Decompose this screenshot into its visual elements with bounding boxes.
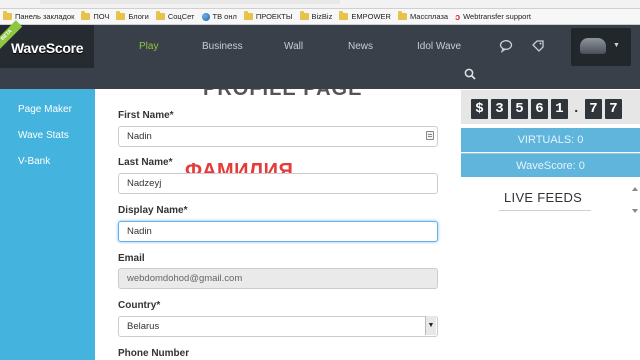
divider — [499, 210, 591, 211]
right-panel: $ 3 5 6 1 . 7 7 VIRTUALS: 0 WaveScore: 0… — [457, 89, 640, 360]
bookmark-item[interactable]: ↄ Webtransfer support — [455, 12, 531, 22]
phone-label: Phone Number — [118, 348, 190, 359]
globe-icon — [201, 12, 210, 21]
chat-icon[interactable] — [499, 39, 513, 53]
logo-text: WaveScore — [11, 40, 84, 56]
balance-counter: $ 3 5 6 1 . 7 7 — [461, 90, 640, 124]
bookmark-item[interactable]: ТВ онл — [201, 12, 237, 21]
display-name-input[interactable]: Nadin — [118, 221, 438, 242]
folder-icon — [3, 11, 12, 20]
chevron-down-icon: ▼ — [613, 42, 620, 49]
balance-digit: . — [572, 101, 581, 117]
balance-digit: 7 — [585, 99, 602, 119]
page-title: PROFILE PAGE — [203, 89, 363, 100]
sidebar-item-v-bank[interactable]: V-Bank — [18, 156, 50, 167]
wavescore-count: WaveScore: 0 — [461, 153, 640, 177]
bookmark-item[interactable]: Блоги — [116, 11, 149, 21]
email-label: Email — [118, 253, 145, 264]
folder-icon — [243, 11, 253, 20]
nav-play[interactable]: Play — [139, 41, 158, 52]
profile-form: PROFILE PAGE First Name* Nadin Last Name… — [95, 89, 457, 360]
search-icon[interactable] — [464, 68, 476, 80]
bookmark-item[interactable]: ПОЧ — [81, 11, 109, 21]
bookmark-item[interactable]: Панель закладок — [3, 11, 74, 21]
avatar-image — [580, 38, 606, 54]
last-name-input[interactable]: Nadzeyj — [118, 173, 438, 194]
folder-icon — [339, 11, 349, 20]
tag-icon[interactable] — [531, 39, 545, 53]
bookmark-item[interactable]: Массплаза — [397, 11, 448, 21]
folder-icon — [116, 11, 126, 20]
address-bar[interactable] — [40, 0, 340, 4]
bookmark-item[interactable]: EMPOWER — [339, 11, 391, 21]
nav-wall[interactable]: Wall — [284, 41, 303, 52]
bookmark-item[interactable]: BizBiz — [299, 11, 332, 21]
folder-icon — [155, 11, 165, 20]
balance-digit: 7 — [605, 99, 622, 119]
logo[interactable]: BETA WaveScore — [0, 20, 94, 68]
chevron-down-icon[interactable]: ▼ — [425, 316, 436, 335]
balance-digit: 1 — [551, 99, 568, 119]
browser-toolbar — [0, 0, 640, 9]
live-feeds-heading: LIVE FEEDS — [504, 190, 583, 205]
sidebar-item-wave-stats[interactable]: Wave Stats — [18, 130, 69, 141]
folder-icon — [299, 11, 309, 20]
bookmark-item[interactable]: СоцСет — [155, 11, 195, 21]
last-name-label: Last Name* — [118, 157, 173, 168]
folder-icon — [81, 11, 91, 20]
first-name-input[interactable]: Nadin — [118, 126, 438, 147]
display-name-label: Display Name* — [118, 205, 188, 216]
country-label: Country* — [118, 300, 161, 311]
nav-idol-wave[interactable]: Idol Wave — [417, 41, 461, 52]
bookmarks-bar: Панель закладок ПОЧ Блоги СоцСет ТВ онл … — [0, 9, 640, 25]
balance-digit: 3 — [491, 99, 508, 119]
sidebar-item-page-maker[interactable]: Page Maker — [18, 104, 72, 115]
email-field: webdomdohod@gmail.com — [118, 268, 438, 289]
nav-business[interactable]: Business — [202, 41, 243, 52]
balance-digit: 5 — [511, 99, 528, 119]
sidebar: Page Maker Wave Stats V-Bank — [0, 89, 95, 360]
bookmark-item[interactable]: ПРОЕКТЫ — [243, 11, 293, 21]
scroll-down-icon[interactable] — [632, 209, 638, 213]
balance-digit: $ — [471, 99, 488, 119]
scrollbar[interactable] — [632, 187, 638, 215]
app-header: BETA WaveScore Play Business Wall News I… — [0, 20, 640, 89]
link-icon: ↄ — [455, 11, 461, 22]
first-name-label: First Name* — [118, 110, 174, 121]
country-select[interactable]: Belarus — [118, 316, 438, 337]
scroll-up-icon[interactable] — [632, 187, 638, 191]
avatar[interactable]: ▼ — [571, 28, 631, 66]
balance-digit: 6 — [531, 99, 548, 119]
folder-icon — [397, 11, 407, 20]
autofill-icon[interactable] — [426, 131, 434, 140]
virtuals-count: VIRTUALS: 0 — [461, 128, 640, 152]
nav-news[interactable]: News — [348, 41, 373, 52]
